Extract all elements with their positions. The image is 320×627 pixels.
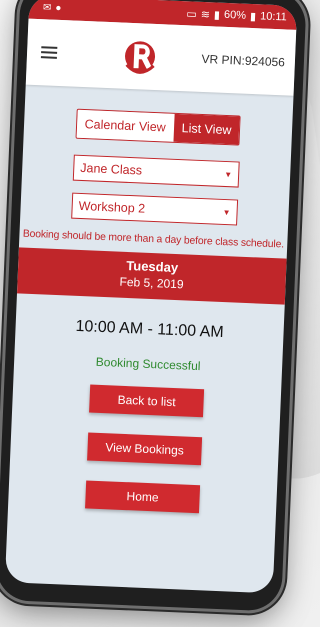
status-left: ✉ ● — [43, 2, 62, 14]
calendar-view-tab[interactable]: Calendar View — [76, 109, 175, 142]
menu-icon[interactable] — [40, 46, 58, 59]
clock: 10:11 — [259, 10, 288, 24]
back-to-list-button[interactable]: Back to list — [89, 384, 205, 418]
status-right: ▭ ≋ ▮ 60% ▮ 10:11 — [186, 7, 287, 24]
class-select[interactable]: Jane Class ▼ — [72, 154, 240, 188]
vr-pin-label: VR PIN:924056 — [201, 51, 286, 70]
workshop-select-value: Workshop 2 — [78, 198, 146, 216]
phone-frame: ✉ ● ▭ ≋ ▮ 60% ▮ 10:11 VR PIN:924056 Cale… — [0, 0, 307, 612]
signal-icon: ▮ — [213, 8, 221, 22]
notification-icon: ● — [55, 2, 62, 14]
time-slot: 10:00 AM - 11:00 AM — [75, 317, 224, 342]
mail-icon: ✉ — [42, 1, 52, 14]
booking-status: Booking Successful — [95, 354, 201, 374]
date-banner: Tuesday Feb 5, 2019 — [16, 247, 287, 305]
chevron-down-icon: ▼ — [224, 169, 233, 179]
battery-level: 60% — [223, 8, 247, 22]
cast-icon: ▭ — [186, 7, 197, 21]
app-header: VR PIN:924056 — [25, 18, 297, 96]
workshop-select[interactable]: Workshop 2 ▼ — [71, 192, 239, 226]
booking-warning: Booking should be more than a day before… — [22, 228, 285, 251]
chevron-down-icon: ▼ — [222, 207, 231, 217]
booking-content: Calendar View List View Jane Class ▼ Wor… — [8, 85, 293, 517]
app-logo — [125, 41, 156, 74]
home-button[interactable]: Home — [85, 480, 201, 514]
view-toggle: Calendar View List View — [75, 108, 242, 146]
list-view-tab[interactable]: List View — [173, 113, 241, 145]
app-screen: ✉ ● ▭ ≋ ▮ 60% ▮ 10:11 VR PIN:924056 Cale… — [4, 0, 298, 594]
class-select-value: Jane Class — [80, 160, 143, 178]
view-bookings-button[interactable]: View Bookings — [87, 432, 203, 466]
battery-icon: ▮ — [249, 10, 257, 23]
wifi-icon: ≋ — [200, 8, 211, 21]
